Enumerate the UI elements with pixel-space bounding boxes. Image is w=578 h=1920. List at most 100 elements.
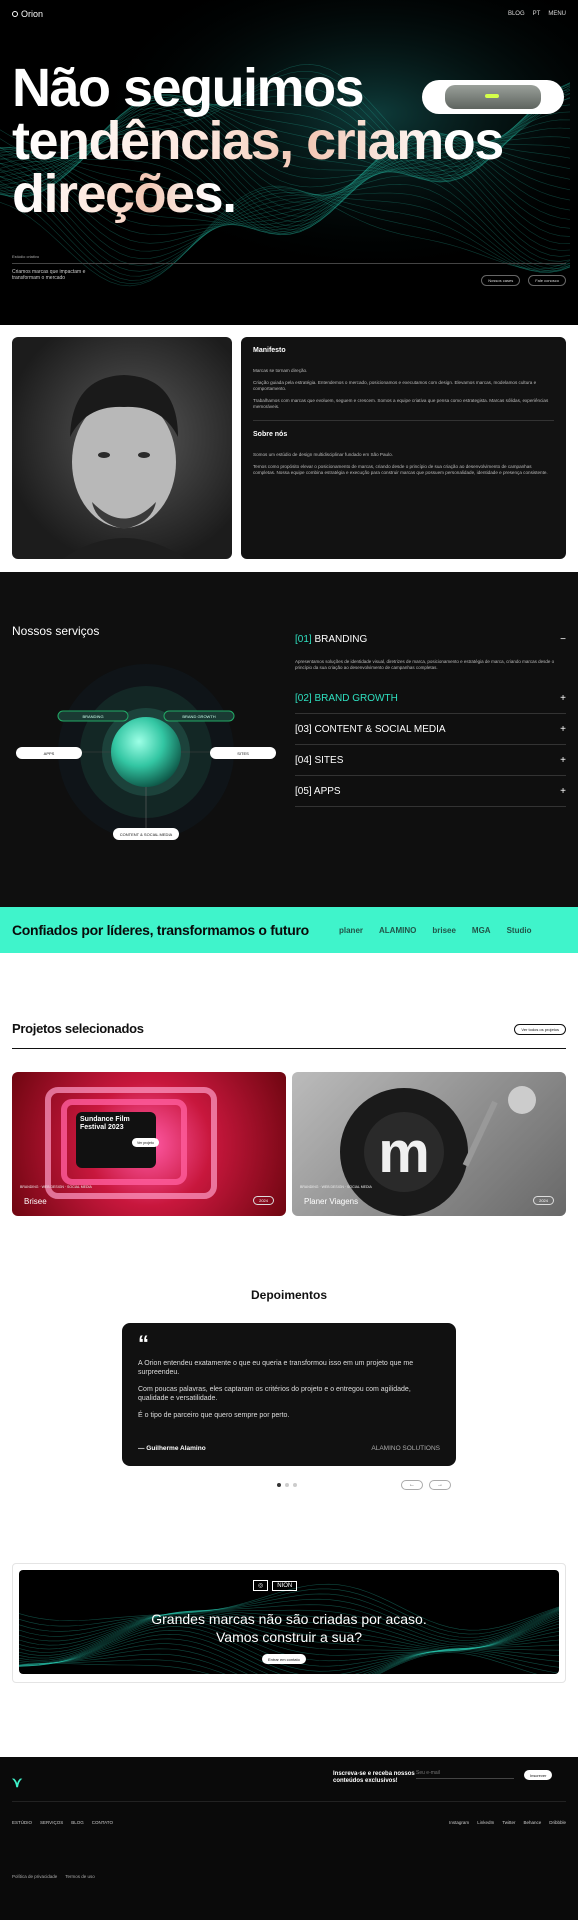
cta-brand-mark: ◎ <box>253 1580 269 1591</box>
manifesto-card: Manifesto Marcas se tornam direção. Cria… <box>241 337 566 559</box>
cta-line-1: Grandes marcas não são criadas por acaso… <box>151 1611 427 1627</box>
testimonial-card: “ A Orion entendeu exatamente o que eu q… <box>122 1323 456 1466</box>
service-title-sites: [04] SITES <box>295 755 343 766</box>
service-title-brand-growth: [02] BRAND GROWTH <box>295 693 398 704</box>
service-item-apps[interactable]: [05] APPS + <box>295 776 566 807</box>
carousel-dot-1[interactable] <box>277 1483 281 1487</box>
project-view-button[interactable]: Ver projeto <box>132 1138 159 1147</box>
hero-line-1: Não seguimos <box>12 58 365 118</box>
manifesto-p1: Marcas se tornam direção. <box>253 368 308 373</box>
orion-logo[interactable]: Orion <box>12 9 43 19</box>
about-section: Manifesto Marcas se tornam direção. Cria… <box>0 325 578 572</box>
services-diagram: BRANDING BRAND GROWTH APPS SITES CONTENT… <box>16 664 276 840</box>
testimonial-author: — Guilherme Alamino <box>138 1445 206 1452</box>
services-title: Nossos serviços <box>12 624 100 638</box>
nav-blog[interactable]: BLOG <box>508 11 525 17</box>
client-logo-planer: planer <box>339 925 364 935</box>
sobre-p1: Somos um estúdio de design multidiscipli… <box>253 452 393 457</box>
service-title-branding: [01] BRANDING <box>295 634 367 645</box>
footer-logo-icon[interactable]: ⋎ <box>12 1774 22 1791</box>
expand-icon[interactable]: + <box>560 786 566 797</box>
chip-branding-label: BRANDING <box>82 714 103 719</box>
hero-contact-button[interactable]: Fale conosco <box>528 275 566 286</box>
testimonial-p3: É o tipo de parceiro que quero sempre po… <box>138 1412 290 1419</box>
newsletter-submit-button[interactable]: Inscrever <box>524 1770 553 1780</box>
svg-text:m: m <box>378 1120 430 1185</box>
footer-link-servicos[interactable]: SERVIÇOS <box>40 1820 63 1825</box>
service-item-sites[interactable]: [04] SITES + <box>295 745 566 776</box>
cta-line-2: Vamos construir a sua? <box>215 1629 363 1645</box>
carousel-arrows: ← → <box>401 1480 451 1490</box>
service-item-content[interactable]: [03] CONTENT & SOCIAL MEDIA + <box>295 714 566 745</box>
project-card-planer[interactable]: m BRANDING · WEB DESIGN · SOCIAL MEDIA P… <box>292 1072 566 1216</box>
legal-privacy[interactable]: Política de privacidade <box>12 1874 57 1879</box>
carousel-dot-2[interactable] <box>285 1483 289 1487</box>
service-title-content: [03] CONTENT & SOCIAL MEDIA <box>295 724 446 735</box>
footer-link-blog[interactable]: BLOG <box>71 1820 84 1825</box>
social-instagram[interactable]: Instagram <box>449 1820 469 1825</box>
service-label: APPS <box>313 785 341 797</box>
service-description: Apresentamos soluções de identidade visu… <box>295 659 555 670</box>
testimonials-title: Depoimentos <box>250 1288 327 1302</box>
service-title-apps: [05] APPS <box>295 786 341 797</box>
service-item-brand-growth[interactable]: [02] BRAND GROWTH + <box>295 683 566 714</box>
hero-divider <box>12 263 566 264</box>
chip-sites-label: SITES <box>237 751 249 756</box>
hero-cases-button[interactable]: Nossos cases <box>481 275 521 286</box>
social-twitter[interactable]: Twitter <box>502 1820 515 1825</box>
testimonial-footer: — Guilherme Alamino ALAMINO SOLUTIONS <box>138 1445 440 1452</box>
client-logo-studio: Studio <box>506 925 532 935</box>
service-num: [03] <box>295 723 312 735</box>
cta-contact-button[interactable]: Entrar em contato <box>262 1654 306 1664</box>
nav-right: BLOG PT MENU <box>508 11 566 17</box>
hero-pill-image <box>422 80 564 114</box>
chip-apps[interactable]: APPS <box>16 747 82 759</box>
nav-lang[interactable]: PT <box>533 11 541 17</box>
cta-brand-text: NION <box>272 1580 298 1591</box>
social-behance[interactable]: Behance <box>523 1820 541 1825</box>
hero-buttons: Nossos cases Fale conosco <box>481 275 566 286</box>
chip-content[interactable]: CONTENT & SOCIAL MEDIA <box>113 828 179 840</box>
prev-arrow-icon[interactable]: ← <box>401 1480 423 1490</box>
sobre-title: Sobre nós <box>253 431 288 438</box>
footer-link-contato[interactable]: CONTATO <box>92 1820 113 1825</box>
collapse-icon[interactable]: − <box>560 634 566 645</box>
nav-menu[interactable]: MENU <box>548 11 566 17</box>
project-year: 2024 <box>533 1196 554 1205</box>
sobre-p2: Temos como propósito elevar o posicionam… <box>253 464 548 475</box>
portrait-illustration <box>62 375 186 559</box>
carousel-dot-3[interactable] <box>293 1483 297 1487</box>
pill-object <box>445 85 541 109</box>
testimonial-p1: A Orion entendeu exatamente o que eu que… <box>138 1360 414 1376</box>
project-name: Brisee <box>24 1197 47 1206</box>
founder-photo <box>12 337 232 559</box>
testimonial-company: ALAMINO SOLUTIONS <box>371 1445 440 1452</box>
footer-social: Instagram LinkedIn Twitter Behance Dribb… <box>449 1820 566 1825</box>
quote-icon: “ <box>138 1331 149 1356</box>
legal-terms[interactable]: Termos de uso <box>65 1874 95 1879</box>
newsletter-email-input[interactable] <box>416 1770 514 1779</box>
social-dribbble[interactable]: Dribbble <box>549 1820 566 1825</box>
projects-divider <box>12 1048 566 1049</box>
footer: ⋎ Inscreva-se e receba nossos conteúdos … <box>0 1757 578 1920</box>
expand-icon[interactable]: + <box>560 724 566 735</box>
card-divider <box>253 420 554 421</box>
service-num: [04] <box>295 754 312 766</box>
chip-brand-growth-label: BRAND GROWTH <box>182 714 215 719</box>
cta-brand: ◎ NION <box>253 1580 298 1591</box>
expand-icon[interactable]: + <box>560 755 566 766</box>
service-item-branding[interactable]: [01] BRANDING − Apresentamos soluções de… <box>295 624 566 683</box>
all-projects-button[interactable]: Ver todos os projetos <box>514 1024 566 1035</box>
cta-banner: ◎ NION Grandes marcas não são criadas po… <box>19 1570 559 1674</box>
chip-brand-growth[interactable]: BRAND GROWTH <box>163 710 235 722</box>
chip-sites[interactable]: SITES <box>210 747 276 759</box>
service-num: [02] <box>295 692 312 704</box>
chip-branding[interactable]: BRANDING <box>57 710 129 722</box>
expand-icon[interactable]: + <box>560 693 566 704</box>
project-card-brisee[interactable]: Sundance Film Festival 2023 Ver projeto … <box>12 1072 286 1216</box>
footer-link-estudio[interactable]: ESTÚDIO <box>12 1820 32 1825</box>
content-section: Projetos selecionados Ver todos os proje… <box>0 953 578 1757</box>
hero-subtitle: Criamos marcas que impactam e transforma… <box>12 269 86 281</box>
social-linkedin[interactable]: LinkedIn <box>477 1820 494 1825</box>
next-arrow-icon[interactable]: → <box>429 1480 451 1490</box>
